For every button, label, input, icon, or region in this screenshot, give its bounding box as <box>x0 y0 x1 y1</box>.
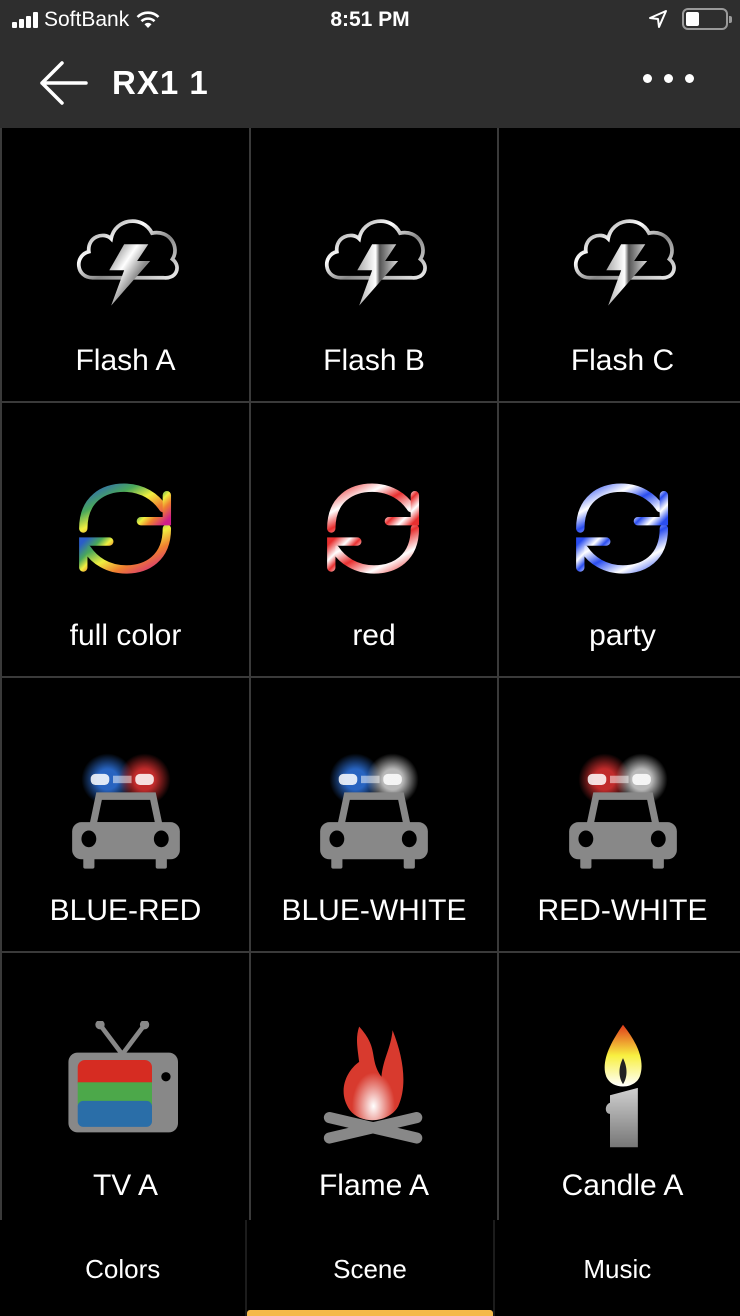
tab-label: Colors <box>85 1254 161 1284</box>
scene-label: Flame A <box>318 1169 430 1202</box>
tv-icon <box>67 1021 178 1133</box>
tab-label: Music <box>583 1254 652 1284</box>
scene-tile-flash-b[interactable]: Flash B <box>251 128 497 401</box>
cloud-lightning-icon <box>325 219 427 306</box>
campfire-icon <box>323 1026 423 1144</box>
more-dot <box>664 74 673 83</box>
scene-label: full color <box>69 619 182 652</box>
battery-icon <box>682 8 732 30</box>
back-button[interactable] <box>38 60 90 106</box>
cloud-lightning-icon <box>573 219 676 306</box>
arrow-left-icon <box>40 61 88 105</box>
scene-tile-tv-a[interactable]: TV A <box>2 953 249 1226</box>
scene-tile-flame-a[interactable]: Flame A <box>251 953 497 1226</box>
scene-label: Flash B <box>323 344 425 377</box>
scene-tile-candle-a[interactable]: Candle A <box>499 953 740 1226</box>
battery-level <box>686 12 700 26</box>
scene-label: red <box>352 619 396 652</box>
scene-grid: Flash A Flash B Flash C full color red p… <box>0 128 740 1226</box>
scene-label: TV A <box>92 1169 159 1202</box>
more-dot <box>643 74 652 83</box>
scene-tile-red-white[interactable]: RED-WHITE <box>499 678 740 951</box>
tab-colors[interactable]: Colors <box>0 1220 245 1316</box>
status-right <box>648 8 732 30</box>
location-arrow-icon <box>649 10 667 28</box>
refresh-blue-icon <box>575 483 668 574</box>
scene-tile-flash-a[interactable]: Flash A <box>2 128 249 401</box>
scene-tile-party[interactable]: party <box>499 403 740 676</box>
scene-tile-blue-red[interactable]: BLUE-RED <box>2 678 249 951</box>
page-title: RX1 1 <box>112 64 209 101</box>
status-bar: SoftBank 8:51 PM <box>0 0 740 44</box>
scene-tile-blue-white[interactable]: BLUE-WHITE <box>251 678 497 951</box>
tab-bar: Colors Scene Music <box>0 1220 740 1316</box>
tab-label: Scene <box>333 1254 407 1284</box>
scene-label: Flash A <box>75 344 176 377</box>
scene-label: BLUE-RED <box>49 894 202 927</box>
scene-tile-flash-c[interactable]: Flash C <box>499 128 740 401</box>
more-menu-button[interactable] <box>643 74 694 83</box>
more-dot <box>685 74 694 83</box>
scene-label: Flash C <box>570 344 675 377</box>
scene-label: BLUE-WHITE <box>281 894 467 927</box>
candle-icon <box>604 1024 642 1148</box>
refresh-rainbow-icon <box>78 483 171 574</box>
police-car-icon <box>320 753 428 869</box>
scene-label: party <box>589 619 656 652</box>
tab-scene[interactable]: Scene <box>245 1220 493 1316</box>
refresh-red-icon <box>327 483 420 574</box>
police-car-icon <box>568 753 677 869</box>
tab-music[interactable]: Music <box>492 1220 740 1316</box>
nav-bar: RX1 1 <box>0 44 740 128</box>
scene-tile-red[interactable]: red <box>251 403 497 676</box>
clock: 8:51 PM <box>330 8 410 31</box>
scene-label: Candle A <box>561 1169 684 1202</box>
police-car-icon <box>71 753 180 869</box>
scene-tile-full-color[interactable]: full color <box>2 403 249 676</box>
scene-label: RED-WHITE <box>537 894 708 927</box>
cloud-lightning-icon <box>76 219 179 306</box>
